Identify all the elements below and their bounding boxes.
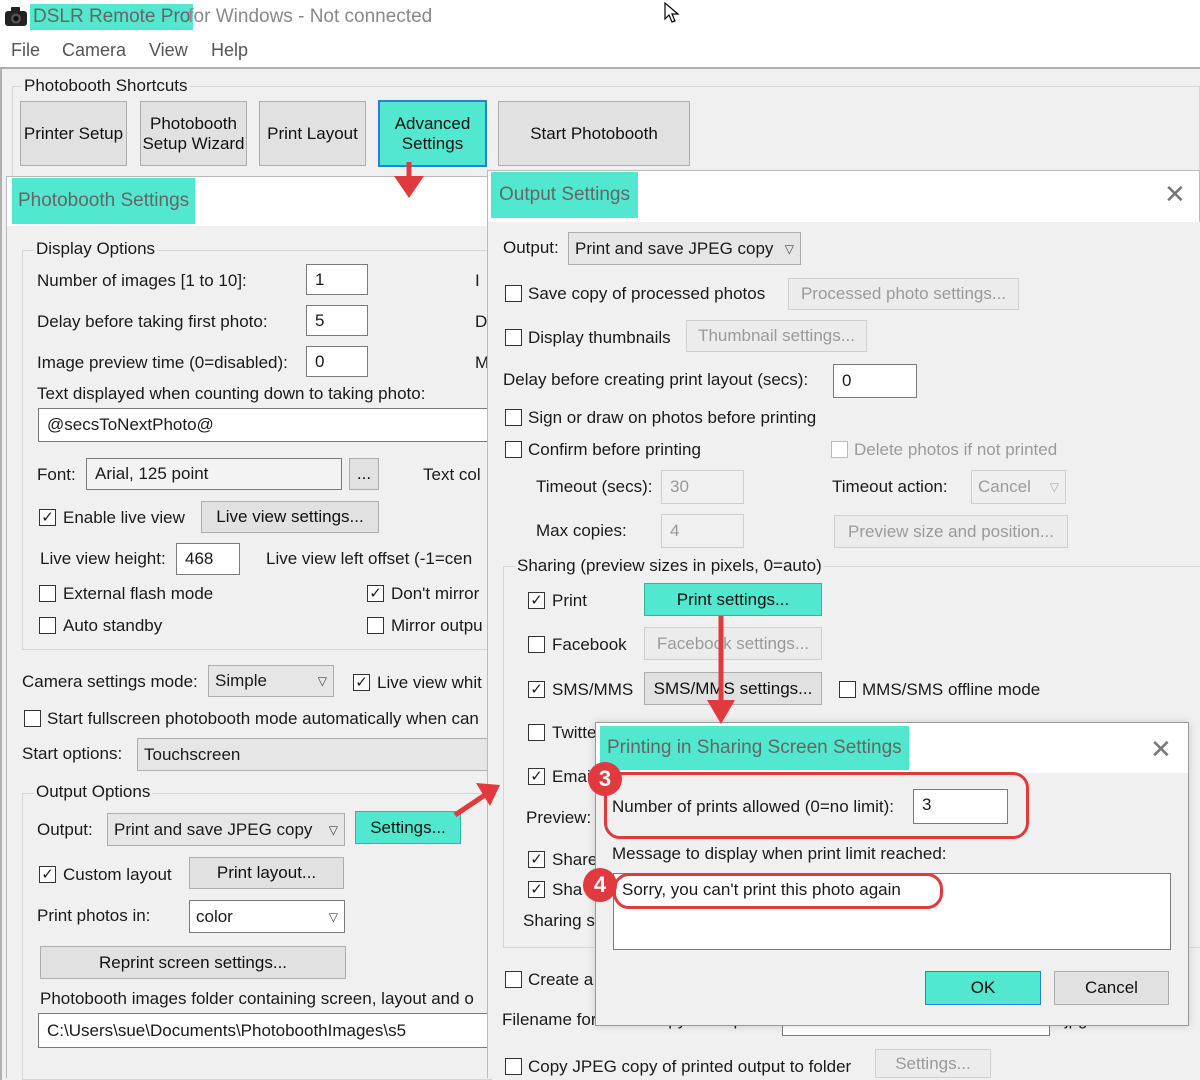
arrow-print-settings-to-dialog-icon xyxy=(707,616,735,724)
annotation-arrows xyxy=(394,162,735,818)
arrow-advanced-to-output-icon xyxy=(394,162,424,198)
arrow-settings-to-output-icon xyxy=(453,783,500,818)
